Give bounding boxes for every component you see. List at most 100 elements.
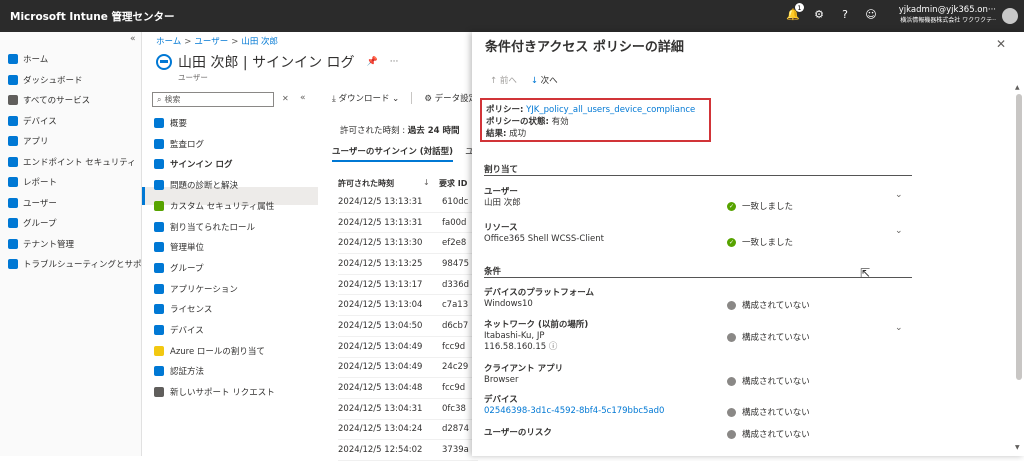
menu-item[interactable]: ライセンス: [154, 302, 212, 316]
collapse-nav-icon[interactable]: «: [130, 34, 136, 44]
menu-item[interactable]: Azure ロールの割り当て: [154, 344, 265, 358]
nav-item[interactable]: ユーザー: [8, 196, 57, 210]
scroll-down-icon[interactable]: ▼: [1015, 444, 1020, 451]
nav-item[interactable]: テナント管理: [8, 237, 74, 251]
nav-item[interactable]: ホーム: [8, 52, 48, 66]
row-time: 2024/12/5 13:13:17: [338, 279, 423, 290]
menu-item[interactable]: 割り当てられたロール: [154, 220, 255, 234]
table-row[interactable]: 2024/12/5 13:04:31 0fc38: [338, 399, 478, 420]
page-subtitle: ユーザー: [178, 73, 208, 82]
time-filter[interactable]: 許可された時刻 : 過去 24 時間: [340, 124, 460, 136]
menu-item-label: 管理単位: [170, 243, 205, 254]
state-label: ポリシーの状態:: [486, 117, 549, 127]
state-value: 有効: [551, 117, 569, 127]
menu-item-icon: [154, 118, 164, 128]
menu-item[interactable]: 監査ログ: [154, 137, 204, 151]
menu-item-icon: [154, 387, 164, 398]
column-time[interactable]: 許可された時刻: [338, 178, 423, 189]
table-row[interactable]: 2024/12/5 13:04:50 d6cb7: [338, 316, 478, 337]
nav-item-label: アプリ: [23, 137, 49, 147]
table-row[interactable]: 2024/12/5 13:04:24 d2874: [338, 420, 478, 441]
chevron-down-icon[interactable]: ⌄: [895, 226, 903, 236]
nav-item[interactable]: ダッシュボード: [8, 73, 83, 87]
device-link[interactable]: 02546398-3d1c-4592-8bf4-5c179bbc5ad0: [484, 406, 664, 417]
menu-item[interactable]: カスタム セキュリティ属性: [154, 199, 274, 213]
user-blade: ホーム > ユーザー > 山田 次郎 山田 次郎 | サインイン ログ 📌 ··· ユー…: [142, 32, 494, 461]
menu-item-icon: [154, 159, 164, 170]
collapse-menu-icon[interactable]: «: [300, 93, 306, 103]
user-field: ユーザー 山田 次郎: [484, 187, 521, 208]
menu-item-icon: [154, 221, 164, 232]
client-app-status: 構成されていない: [727, 375, 810, 387]
close-icon[interactable]: ✕: [996, 37, 1006, 51]
nav-item[interactable]: すべてのサービス: [8, 93, 90, 107]
menu-item-icon: [154, 138, 164, 149]
search-icon: ⌕: [157, 94, 162, 104]
app-title[interactable]: Microsoft Intune 管理センター: [10, 9, 175, 24]
clear-search-icon[interactable]: ✕: [282, 94, 289, 103]
sign-in-icon: [156, 54, 172, 70]
table-row[interactable]: 2024/12/5 13:04:49 24c29: [338, 358, 478, 379]
policy-link[interactable]: YJK_policy_all_users_device_compliance: [526, 105, 695, 115]
info-icon[interactable]: ⓘ: [549, 342, 558, 352]
feedback-icon[interactable]: ☺: [864, 7, 878, 21]
menu-item[interactable]: サインイン ログ: [154, 157, 232, 171]
breadcrumb-home[interactable]: ホーム: [156, 37, 181, 47]
sort-icon[interactable]: ↓: [423, 178, 439, 189]
menu-item[interactable]: 認証方法: [154, 364, 204, 378]
nav-item[interactable]: エンドポイント セキュリティ: [8, 155, 136, 169]
download-button[interactable]: ⤓ ダウンロード ⌄: [332, 92, 399, 104]
menu-item[interactable]: 管理単位: [154, 240, 204, 254]
tab-interactive-signins[interactable]: ユーザーのサインイン (対話型): [332, 145, 454, 162]
table-row[interactable]: 2024/12/5 13:13:17 d336d: [338, 275, 478, 296]
user-risk-field: ユーザーのリスク: [484, 428, 552, 438]
nav-item[interactable]: デバイス: [8, 114, 57, 128]
menu-item[interactable]: デバイス: [154, 323, 204, 337]
table-row[interactable]: 2024/12/5 12:54:02 3739a: [338, 440, 478, 461]
menu-search-input[interactable]: ⌕ 検索: [152, 92, 274, 107]
table-row[interactable]: 2024/12/5 13:13:30 ef2e8: [338, 233, 478, 255]
home-icon: [8, 54, 18, 64]
menu-item[interactable]: アプリケーション: [154, 282, 238, 296]
filter-label: 許可された時刻 :: [340, 126, 406, 136]
chevron-down-icon[interactable]: ⌄: [895, 190, 903, 200]
panel-navigation: ↑ 前へ ↓ 次へ: [490, 74, 558, 86]
chevron-down-icon[interactable]: ⌄: [895, 323, 903, 333]
nav-item-label: すべてのサービス: [23, 96, 91, 106]
nav-item[interactable]: グループ: [8, 216, 57, 230]
table-row[interactable]: 2024/12/5 13:13:25 98475: [338, 254, 478, 275]
menu-item[interactable]: 問題の診断と解決: [154, 178, 238, 192]
next-button[interactable]: ↓ 次へ: [531, 74, 558, 86]
table-row[interactable]: 2024/12/5 13:13:31 610dc: [338, 192, 478, 213]
user-status: ✓ 一致しました: [727, 201, 794, 212]
table-row[interactable]: 2024/12/5 13:04:49 fcc9d: [338, 337, 478, 358]
menu-item-icon: [154, 325, 164, 335]
gear-icon[interactable]: ⚙: [812, 7, 826, 21]
pin-icon[interactable]: 📌: [367, 57, 378, 67]
more-icon[interactable]: ···: [390, 57, 399, 67]
prev-button[interactable]: ↑ 前へ: [490, 74, 517, 86]
nav-item-label: テナント管理: [23, 240, 75, 250]
breadcrumb-users[interactable]: ユーザー: [194, 37, 228, 47]
avatar[interactable]: [1002, 8, 1018, 24]
menu-item-icon: [154, 180, 164, 191]
nav-item[interactable]: レポート: [8, 175, 57, 189]
menu-item[interactable]: 概要: [154, 116, 187, 130]
table-row[interactable]: 2024/12/5 13:13:31 fa00d: [338, 213, 478, 234]
bell-icon[interactable]: 🔔 1: [786, 3, 804, 21]
breadcrumb-user[interactable]: 山田 次郎: [241, 37, 278, 47]
scroll-up-icon[interactable]: ▲: [1015, 84, 1020, 91]
tools-icon: [8, 259, 18, 269]
menu-item[interactable]: 新しいサポート リクエスト: [154, 385, 275, 399]
scrollbar-thumb[interactable]: [1016, 94, 1022, 380]
user-email: yjkadmin@yjk365.on···: [898, 5, 996, 15]
help-icon[interactable]: ?: [838, 7, 852, 21]
policy-details-panel: 条件付きアクセス ポリシーの詳細 ✕ ↑ 前へ ↓ 次へ ポリシー: YJK_p…: [472, 32, 1024, 456]
nav-item[interactable]: アプリ: [8, 134, 49, 148]
table-row[interactable]: 2024/12/5 13:13:04 c7a13: [338, 295, 478, 317]
table-row[interactable]: 2024/12/5 13:04:48 fcc9d: [338, 378, 478, 399]
menu-item[interactable]: グループ: [154, 261, 204, 275]
nav-item[interactable]: トラブルシューティングとサポート: [8, 257, 159, 271]
column-request-id[interactable]: 要求 ID: [439, 178, 467, 189]
account-info[interactable]: yjkadmin@yjk365.on··· 横浜情報機器株式会社 ワクワクテ··: [896, 5, 996, 24]
